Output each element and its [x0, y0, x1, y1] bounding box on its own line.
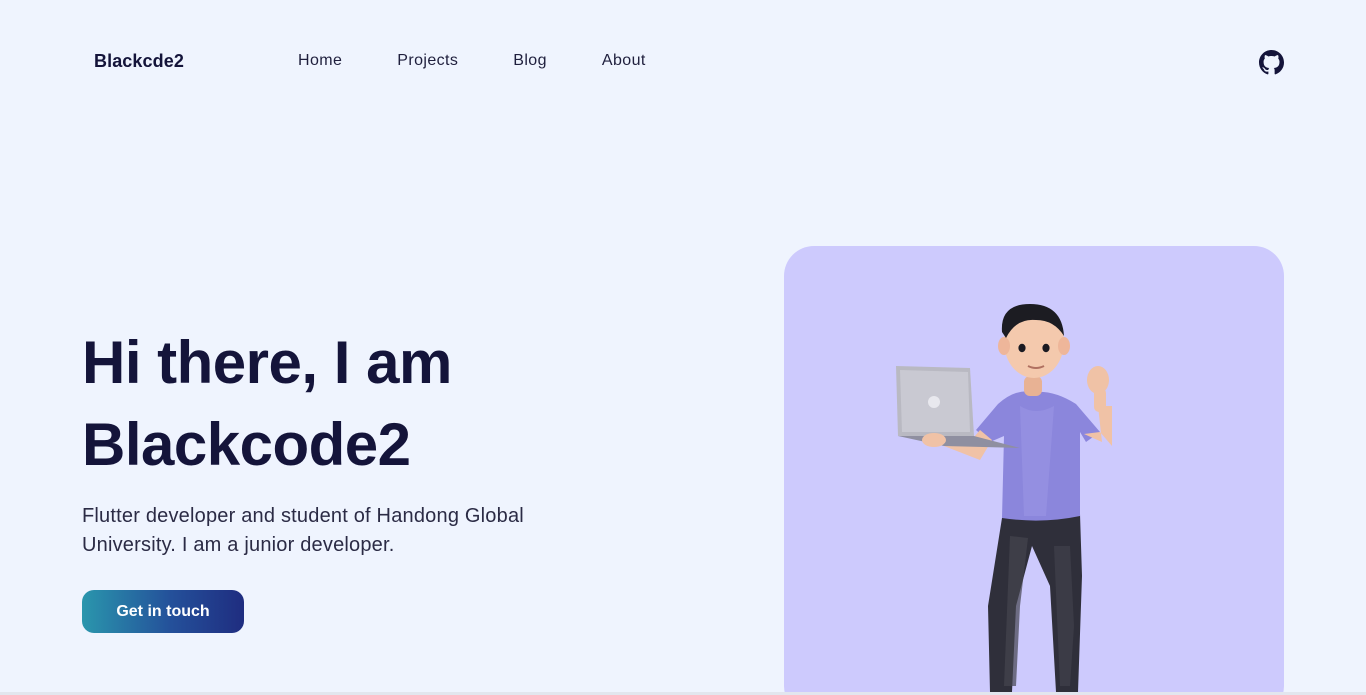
page: Blackcde2 Home Projects Blog About Hi th…: [0, 0, 1366, 695]
brand-logo[interactable]: Blackcde2: [94, 51, 184, 72]
nav-about-link[interactable]: About: [602, 52, 646, 70]
hero-title-line1: Hi there, I am: [82, 329, 452, 396]
developer-illustration: [896, 304, 1112, 692]
nav-home-link[interactable]: Home: [298, 52, 342, 70]
nav-blog-link[interactable]: Blog: [513, 52, 547, 70]
nav-projects-link[interactable]: Projects: [397, 52, 458, 70]
github-icon[interactable]: [1259, 50, 1284, 75]
get-in-touch-button[interactable]: Get in touch: [82, 590, 244, 633]
main-nav: Home Projects Blog About: [298, 52, 646, 70]
hero-title: Hi there, I am Blackcode2: [82, 322, 642, 486]
hero-title-line2: Blackcode2: [82, 411, 411, 478]
hero-subtitle: Flutter developer and student of Handong…: [82, 505, 524, 556]
hero-image-card: [784, 246, 1284, 695]
